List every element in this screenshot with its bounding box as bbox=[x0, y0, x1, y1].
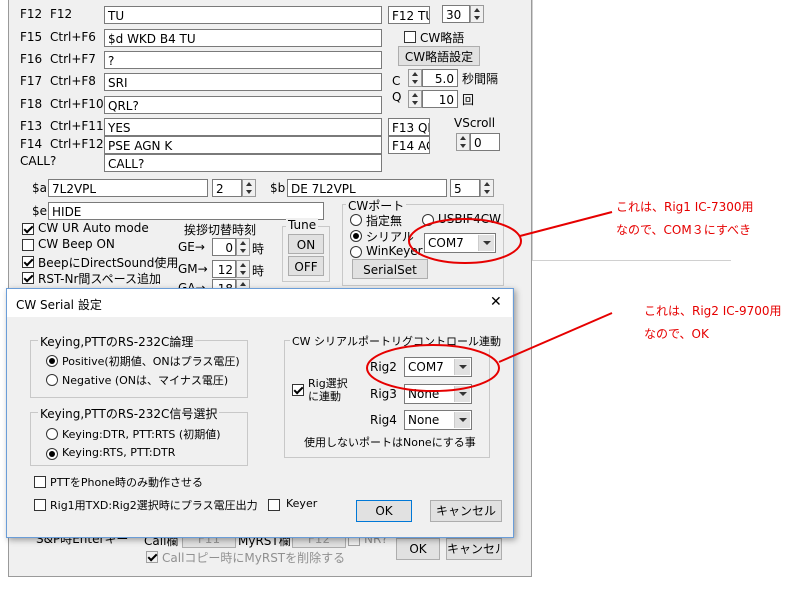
annotation-ellipse-com-port bbox=[408, 218, 522, 264]
annotation-arrow-1 bbox=[519, 211, 613, 237]
annotation-note1-line1: これは、Rig1 IC-7300用 bbox=[616, 200, 754, 214]
annotation-note2-line2: なので、OK bbox=[644, 327, 709, 341]
annotation-ellipse-rig2 bbox=[366, 344, 500, 392]
annotation-overlay bbox=[366, 211, 613, 392]
annotation-arrow-2 bbox=[498, 312, 613, 363]
annotation-note1-line2: なので、COM３にすべき bbox=[616, 223, 751, 237]
annotation-note2-line1: これは、Rig2 IC-9700用 bbox=[644, 304, 782, 318]
